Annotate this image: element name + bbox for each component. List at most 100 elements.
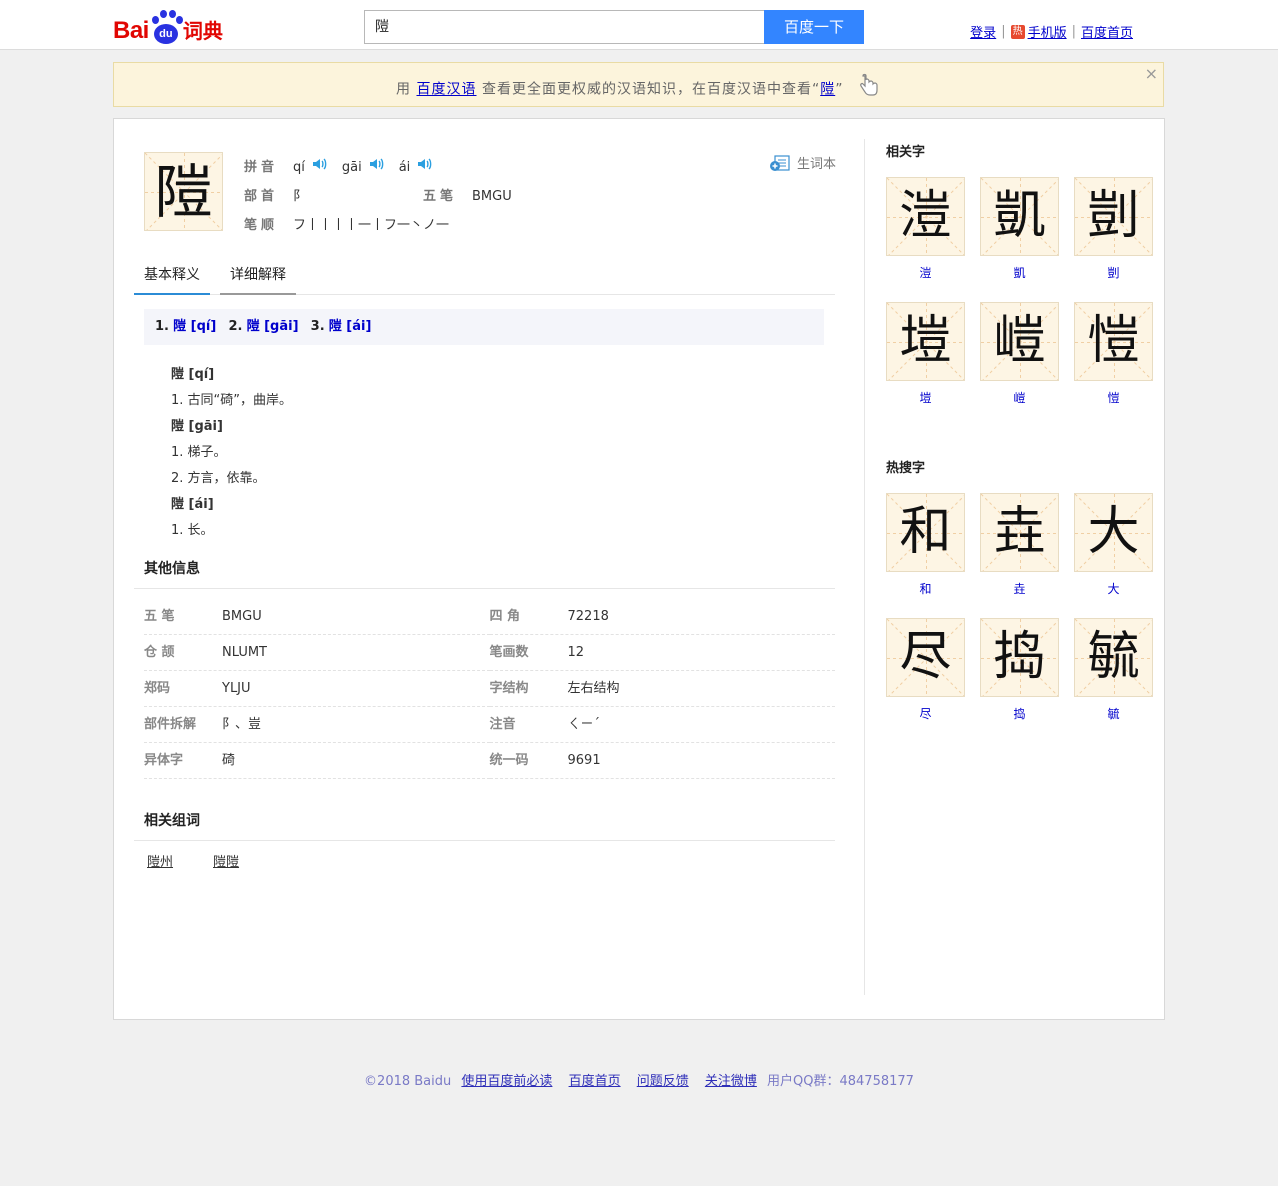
related-word-link[interactable]: 隑隑 <box>213 851 239 870</box>
logo-cidian-text: 词典 <box>182 19 223 43</box>
char-glyph: 尽 <box>899 627 952 687</box>
char-glyph: 愷 <box>1087 311 1140 371</box>
char-card[interactable]: 捣捣 <box>980 618 1059 723</box>
summary-num: 1. <box>155 319 169 334</box>
baidu-dict-logo[interactable]: Bai du 词典 <box>113 6 223 46</box>
related-chars-grid: 溰溰凱凱剴剴塏塏嵦嵦愷愷 <box>886 177 1153 407</box>
char-tile: 剴 <box>1074 177 1153 256</box>
char-tile: 塏 <box>886 302 965 381</box>
char-card[interactable]: 和和 <box>886 493 965 598</box>
footer: ©2018 Baidu 使用百度前必读 百度首页 问题反馈 关注微博 用户QQ群… <box>0 1070 1278 1089</box>
char-link[interactable]: 嵦 <box>980 389 1059 407</box>
related-word-link[interactable]: 隑州 <box>147 851 173 870</box>
tab-detailed[interactable]: 详细解释 <box>220 265 296 295</box>
login-link[interactable]: 登录 <box>970 22 996 41</box>
search-button[interactable]: 百度一下 <box>764 10 864 44</box>
char-link[interactable]: 大 <box>1074 580 1153 598</box>
separator: | <box>1001 24 1006 39</box>
char-card[interactable]: 大大 <box>1074 493 1153 598</box>
logo-bai-text: Bai <box>113 17 149 44</box>
footer-link-home[interactable]: 百度首页 <box>569 1074 621 1089</box>
info-key: 五 笔 <box>144 609 175 624</box>
close-icon[interactable]: × <box>1145 63 1159 85</box>
char-glyph: 和 <box>899 502 952 562</box>
speaker-icon[interactable] <box>312 157 328 179</box>
char-card[interactable]: 尽尽 <box>886 618 965 723</box>
char-tile: 和 <box>886 493 965 572</box>
char-glyph: 捣 <box>993 627 1046 687</box>
info-key: 统一码 <box>489 753 529 768</box>
info-value: ㄑㄧˊ <box>567 717 601 732</box>
char-glyph: 垚 <box>993 502 1046 562</box>
baidu-home-link[interactable]: 百度首页 <box>1081 22 1133 41</box>
char-link[interactable]: 垚 <box>980 580 1059 598</box>
char-link[interactable]: 尽 <box>886 705 965 723</box>
stroke-row: 笔顺 フ丨丨丨丨一丨フ一丶ノ一 <box>244 211 512 240</box>
char-link[interactable]: 和 <box>886 580 965 598</box>
char-link[interactable]: 溰 <box>886 264 965 282</box>
other-info-row: 仓 颉 NLUMT 笔画数 12 <box>144 635 835 671</box>
top-header: Bai du 词典 隑 百度一下 登录 | 热 手机版 | 百度首页 <box>0 0 1278 50</box>
summary-link-qi[interactable]: 隑 [qí] <box>173 319 216 334</box>
mobile-link[interactable]: 手机版 <box>1028 22 1067 41</box>
stroke-label: 笔顺 <box>244 217 279 233</box>
pinyin-text: gāi <box>341 159 362 175</box>
definition-item: 1. 古同“碕”，曲岸。 <box>171 393 293 408</box>
char-card[interactable]: 愷愷 <box>1074 302 1153 407</box>
char-tile: 溰 <box>886 177 965 256</box>
info-key: 仓 颉 <box>144 645 175 660</box>
char-card[interactable]: 垚垚 <box>980 493 1059 598</box>
char-card[interactable]: 剴剴 <box>1074 177 1153 282</box>
summary-link-gai[interactable]: 隑 [gāi] <box>247 319 299 334</box>
info-key: 注音 <box>489 717 516 732</box>
search-input[interactable]: 隑 <box>364 10 765 44</box>
hot-chars-grid: 和和垚垚大大尽尽捣捣毓毓 <box>886 493 1153 723</box>
main-character: 隑 <box>154 158 213 226</box>
character-tile: 隑 <box>144 152 223 231</box>
char-card[interactable]: 毓毓 <box>1074 618 1153 723</box>
info-value: 72218 <box>567 609 609 624</box>
speaker-icon[interactable] <box>369 157 385 179</box>
pronunciation-summary: 1. 隑 [qí] 2. 隑 [gāi] 3. 隑 [ái] <box>144 309 824 345</box>
char-link[interactable]: 剴 <box>1074 264 1153 282</box>
pinyin-text: ái <box>398 159 411 175</box>
sidebar: 相关字 溰溰凱凱剴剴塏塏嵦嵦愷愷 热搜字 和和垚垚大大尽尽捣捣毓毓 <box>864 139 1164 995</box>
char-link[interactable]: 毓 <box>1074 705 1153 723</box>
other-info-row: 郑码 YLJU 字结构 左右结构 <box>144 671 835 707</box>
notice-prefix: 用 <box>396 81 412 98</box>
char-card[interactable]: 凱凱 <box>980 177 1059 282</box>
char-card[interactable]: 塏塏 <box>886 302 965 407</box>
other-info-table: 五 笔 BMGU 四 角 72218 仓 颉 NLUMT 笔画数 12 郑码 YLJU 字… <box>144 599 835 779</box>
notice-char-link[interactable]: 隑 <box>820 82 835 98</box>
tab-basic[interactable]: 基本释义 <box>134 265 210 295</box>
footer-link-weibo[interactable]: 关注微博 <box>705 1074 757 1089</box>
footer-link-feedback[interactable]: 问题反馈 <box>637 1074 689 1089</box>
speaker-icon[interactable] <box>417 157 433 179</box>
pointer-hand-icon <box>857 71 881 116</box>
char-tile: 尽 <box>886 618 965 697</box>
info-key: 郑码 <box>144 681 171 696</box>
notice-banner: 用 百度汉语 查看更全面更权威的汉语知识，在百度汉语中查看“隑” × <box>113 62 1164 107</box>
char-card[interactable]: 嵦嵦 <box>980 302 1059 407</box>
summary-num: 2. <box>228 319 243 334</box>
logo-du-text: du <box>153 24 178 44</box>
char-card[interactable]: 溰溰 <box>886 177 965 282</box>
footer-link-terms[interactable]: 使用百度前必读 <box>461 1074 552 1089</box>
info-key: 字结构 <box>489 681 529 696</box>
info-key: 四 角 <box>489 609 521 624</box>
char-link[interactable]: 塏 <box>886 389 965 407</box>
info-key: 部件拆解 <box>144 717 197 732</box>
char-link[interactable]: 凱 <box>980 264 1059 282</box>
char-link[interactable]: 愷 <box>1074 389 1153 407</box>
summary-link-ai[interactable]: 隑 [ái] <box>329 319 372 334</box>
pinyin-text: qí <box>293 159 305 175</box>
character-info: 拼音 qí gāi ái 部首 阝 五笔 BMGU 笔顺 フ丨丨丨丨一丨フ一丶ノ一 <box>244 153 512 240</box>
char-link[interactable]: 捣 <box>980 705 1059 723</box>
top-links: 登录 | 热 手机版 | 百度首页 <box>970 22 1133 41</box>
baidu-hanyu-link[interactable]: 百度汉语 <box>417 82 477 98</box>
char-tile: 愷 <box>1074 302 1153 381</box>
logo-paw-icon: du <box>150 10 183 46</box>
vocab-book-button[interactable]: 生词本 <box>769 153 836 172</box>
copyright: ©2018 Baidu <box>364 1074 452 1089</box>
definition-item: 2. 方言，依靠。 <box>171 471 266 486</box>
